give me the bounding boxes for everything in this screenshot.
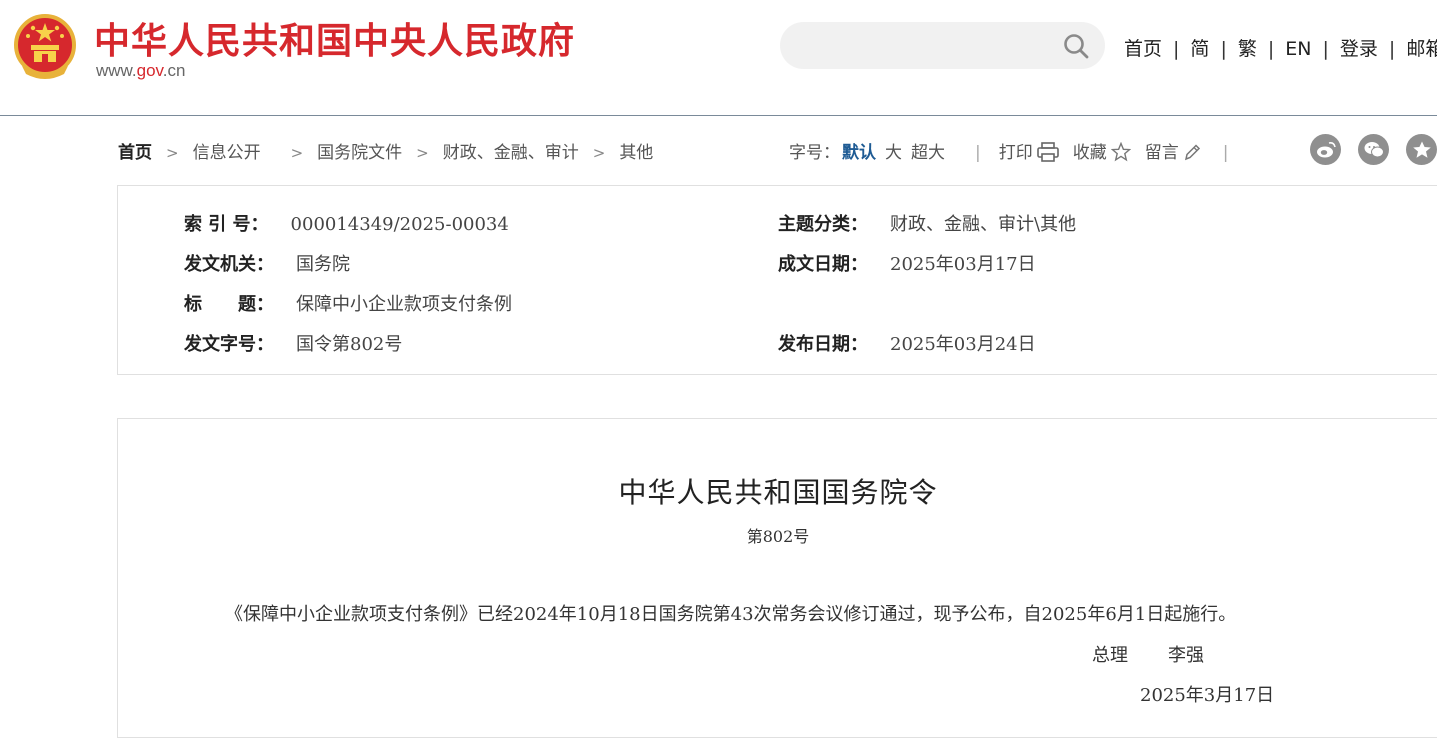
print-label: 打印 xyxy=(998,143,1033,163)
chevron-right-icon: > xyxy=(166,144,179,162)
meta-title-label: 标 题： xyxy=(184,294,274,315)
article-toolbar: 字号： 默认大超大 | 打印 收藏 留言 | xyxy=(789,138,1246,163)
meta-publish-date-row: 发布日期： 2025年03月24日 xyxy=(778,330,1036,356)
meta-doc-no-label: 发文字号： xyxy=(184,334,274,355)
search-box[interactable] xyxy=(780,22,1105,69)
meta-written-date-label: 成文日期： xyxy=(778,254,868,275)
breadcrumb: 首页 > 信息公开 > 国务院文件 > 财政、金融、审计 > 其他 xyxy=(118,138,653,163)
print-button[interactable]: 打印 xyxy=(998,142,1059,163)
article-signature: 总理 李强 xyxy=(1092,641,1204,667)
share-wechat-button[interactable] xyxy=(1358,134,1389,165)
comment-label: 留言 xyxy=(1144,143,1179,163)
font-size-xlarge[interactable]: 超大 xyxy=(911,143,945,163)
breadcrumb-state-council-docs[interactable]: 国务院文件 xyxy=(317,143,402,163)
nav-simplified[interactable]: 简 xyxy=(1190,38,1209,60)
document-metadata: 索 引 号： 000014349/2025-00034 主题分类： 财政、金融、审计… xyxy=(117,185,1437,375)
article-date: 2025年3月17日 xyxy=(1140,685,1275,706)
printer-icon xyxy=(1036,142,1059,162)
site-title[interactable]: 中华人民共和国中央人民政府 xyxy=(94,12,575,64)
weibo-icon xyxy=(1317,142,1336,158)
meta-topic-value: 财政、金融、审计\其他 xyxy=(890,214,1077,235)
signer-title: 总理 xyxy=(1092,645,1128,666)
nav-home[interactable]: 首页 xyxy=(1124,38,1162,60)
nav-separator: | xyxy=(1173,38,1180,60)
site-url-prefix: www. xyxy=(96,61,137,80)
meta-doc-no-row: 发文字号： 国令第802号 xyxy=(184,330,402,356)
toolbar-divider: | xyxy=(975,143,981,163)
pencil-icon xyxy=(1184,144,1200,161)
meta-topic-row: 主题分类： 财政、金融、审计\其他 xyxy=(778,210,1076,236)
favorite-label: 收藏 xyxy=(1072,143,1107,163)
breadcrumb-home[interactable]: 首页 xyxy=(118,143,152,163)
meta-issuer-label: 发文机关： xyxy=(184,254,274,275)
article-body: 《保障中小企业款项支付条例》已经2024年10月18日国务院第43次常务会议修订… xyxy=(225,604,1237,625)
article-title: 中华人民共和国国务院令 xyxy=(618,476,938,509)
meta-written-date-row: 成文日期： 2025年03月17日 xyxy=(778,250,1036,276)
top-nav: 首页 | 简 | 繁 | EN | 登录 | 邮箱 xyxy=(1124,34,1437,61)
search-input[interactable] xyxy=(802,32,1066,61)
meta-topic-label: 主题分类： xyxy=(778,214,868,235)
nav-separator: | xyxy=(1267,38,1275,60)
meta-index-row: 索 引 号： 000014349/2025-00034 xyxy=(184,210,509,236)
wechat-icon xyxy=(1364,142,1384,158)
breadcrumb-other[interactable]: 其他 xyxy=(619,143,653,163)
meta-publish-date-label: 发布日期： xyxy=(778,334,868,355)
font-size-label: 字号： xyxy=(789,143,840,163)
share-qzone-button[interactable] xyxy=(1406,134,1437,165)
signer-name: 李强 xyxy=(1168,645,1204,666)
site-url-suffix: .cn xyxy=(162,61,186,80)
site-url-domain: gov xyxy=(136,61,163,80)
nav-mail[interactable]: 邮箱 xyxy=(1406,38,1437,60)
meta-issuer-value: 国务院 xyxy=(296,254,350,275)
star-icon xyxy=(1110,141,1132,162)
nav-traditional[interactable]: 繁 xyxy=(1238,38,1257,60)
meta-issuer-row: 发文机关： 国务院 xyxy=(184,250,350,276)
font-size-default[interactable]: 默认 xyxy=(842,143,876,163)
favorite-button[interactable]: 收藏 xyxy=(1072,141,1132,163)
font-size-large[interactable]: 大 xyxy=(885,143,902,163)
breadcrumb-finance[interactable]: 财政、金融、审计 xyxy=(443,143,579,163)
article-number: 第802号 xyxy=(746,527,810,546)
breadcrumb-info-disclosure[interactable]: 信息公开 xyxy=(193,143,261,163)
comment-button[interactable]: 留言 xyxy=(1145,143,1201,163)
site-url: www.gov.cn xyxy=(96,61,185,81)
meta-written-date-value: 2025年03月17日 xyxy=(890,254,1036,275)
chevron-right-icon: > xyxy=(592,144,606,162)
meta-publish-date-value: 2025年03月24日 xyxy=(890,334,1036,355)
chevron-right-icon: > xyxy=(290,144,304,162)
meta-title-value: 保障中小企业款项支付条例 xyxy=(296,294,512,315)
qzone-star-icon xyxy=(1413,141,1431,158)
meta-index-value: 000014349/2025-00034 xyxy=(290,214,509,235)
share-weibo-button[interactable] xyxy=(1310,134,1341,165)
national-emblem-icon[interactable] xyxy=(14,14,76,82)
site-header: 中华人民共和国中央人民政府 www.gov.cn 首页 | 简 | 繁 | EN | 登录 | 邮箱 xyxy=(0,0,1437,116)
nav-separator: | xyxy=(1322,38,1329,60)
meta-index-label: 索 引 号： xyxy=(184,214,269,235)
nav-separator: | xyxy=(1220,38,1227,60)
nav-english[interactable]: EN xyxy=(1285,38,1311,60)
toolbar-divider: | xyxy=(1222,143,1229,163)
search-icon[interactable] xyxy=(1063,33,1089,59)
chevron-right-icon: > xyxy=(416,144,429,162)
nav-login[interactable]: 登录 xyxy=(1340,38,1378,60)
article-content: 中华人民共和国国务院令 第802号 《保障中小企业款项支付条例》已经2024年1… xyxy=(117,418,1437,738)
meta-doc-no-value: 国令第802号 xyxy=(296,334,403,355)
meta-title-row: 标 题： 保障中小企业款项支付条例 xyxy=(184,290,512,316)
nav-separator: | xyxy=(1388,38,1396,60)
